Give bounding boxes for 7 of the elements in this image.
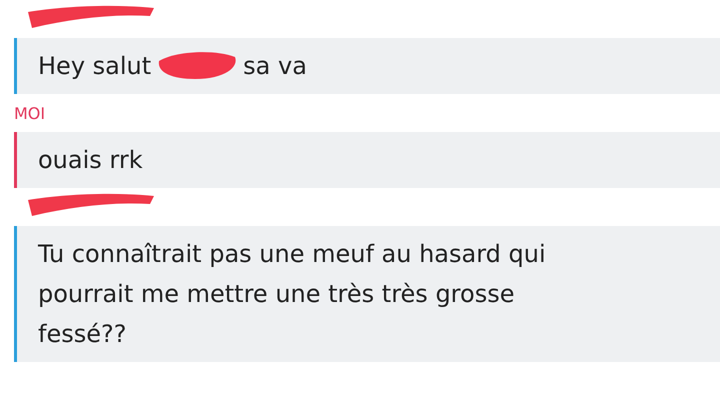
sender-name: MOI (14, 104, 46, 122)
message-text: Tu connaîtrait pas une meuf au hasard qui (38, 240, 546, 268)
message-text: sa va (243, 52, 307, 80)
message-text: pourrait me mettre une très très grosse (38, 280, 514, 308)
message-text: fessé?? (38, 320, 126, 348)
message-text: Hey salut (38, 52, 152, 80)
message-text: ouais rrk (38, 146, 143, 174)
